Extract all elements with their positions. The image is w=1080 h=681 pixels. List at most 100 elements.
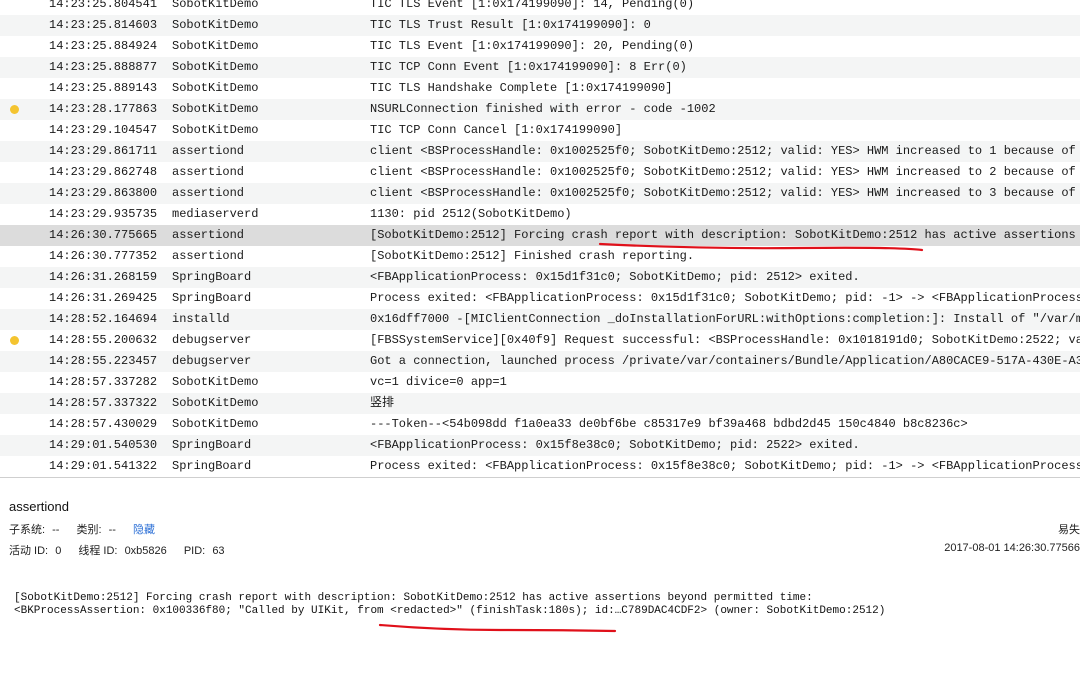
category-value: --	[108, 524, 116, 536]
subsystem-label: 子系统:	[9, 524, 46, 536]
pid-value: 63	[212, 545, 225, 557]
log-process: SobotKitDemo	[172, 60, 259, 74]
log-message: 竖排	[370, 396, 395, 410]
log-process: SobotKitDemo	[172, 102, 259, 116]
log-time: 14:23:29.861711	[49, 144, 158, 158]
log-time: 14:28:57.337282	[49, 375, 158, 389]
log-time: 14:23:29.104547	[49, 123, 158, 137]
pid-label: PID:	[183, 545, 206, 557]
log-message: <FBApplicationProcess: 0x15f8e38c0; Sobo…	[370, 438, 860, 452]
log-time: 14:23:25.814603	[49, 18, 158, 32]
log-message: Process exited: <FBApplicationProcess: 0…	[370, 291, 1080, 305]
log-time: 14:28:55.223457	[49, 354, 158, 368]
log-process: SobotKitDemo	[172, 0, 259, 11]
log-process: assertiond	[172, 186, 245, 200]
log-time: 14:23:25.804541	[49, 0, 158, 11]
hide-link[interactable]: 隐藏	[133, 524, 155, 536]
log-row[interactable]: 14:23:25.804541 SobotKitDemo TIC TLS Event…	[0, 0, 1080, 15]
log-process: SpringBoard	[172, 270, 252, 284]
log-process: assertiond	[172, 165, 245, 179]
log-message: [FBSSystemService][0x40f9] Request succe…	[370, 333, 1080, 347]
log-time: 14:23:25.888877	[49, 60, 158, 74]
log-time: 14:26:31.269425	[49, 291, 158, 305]
log-message: TIC TLS Handshake Complete [1:0x17419909…	[370, 81, 673, 95]
log-time: 14:23:29.862748	[49, 165, 158, 179]
log-process: SobotKitDemo	[172, 396, 259, 410]
log-row[interactable]: 14:28:57.430029 SobotKitDemo ---Token--<54…	[0, 414, 1080, 435]
log-process: installd	[172, 312, 230, 326]
log-process: SobotKitDemo	[172, 123, 259, 137]
log-row[interactable]: 14:29:01.540530 SpringBoard <FBApplication…	[0, 435, 1080, 456]
log-message: ---Token--<54b098dd f1a0ea33 de0bf6be c8…	[370, 417, 968, 431]
log-row[interactable]: 14:28:57.337322 SobotKitDemo 竖排	[0, 393, 1080, 414]
log-message: 0x16dff7000 -[MIClientConnection _doInst…	[370, 312, 1080, 326]
thread-id-value: 0xb5826	[124, 545, 167, 557]
log-message: client <BSProcessHandle: 0x1002525f0; So…	[370, 144, 1080, 158]
log-process: mediaserverd	[172, 207, 259, 221]
log-row[interactable]: 14:23:29.863800 assertiond client <BSProce…	[0, 183, 1080, 204]
log-message: [SobotKitDemo:2512] Forcing crash report…	[370, 228, 1080, 242]
log-time: 14:23:25.884924	[49, 39, 158, 53]
log-row[interactable]: 14:23:29.862748 assertiond client <BSProce…	[0, 162, 1080, 183]
log-time: 14:23:29.863800	[49, 186, 158, 200]
log-message: TIC TCP Conn Event [1:0x174199090]: 8 Er…	[370, 60, 687, 74]
log-message: <FBApplicationProcess: 0x15d1f31c0; Sobo…	[370, 270, 860, 284]
log-process: SobotKitDemo	[172, 18, 259, 32]
log-time: 14:23:25.889143	[49, 81, 158, 95]
log-process: debugserver	[172, 333, 252, 347]
log-row[interactable]: 14:28:55.223457 debugserver Got a connecti…	[0, 351, 1080, 372]
full-message: [SobotKitDemo:2512] Forcing crash report…	[14, 592, 885, 618]
category-label: 类别:	[76, 524, 102, 536]
log-message: TIC TCP Conn Cancel [1:0x174199090]	[370, 123, 623, 137]
log-process: SobotKitDemo	[172, 417, 259, 431]
log-row[interactable]: 14:28:55.200632 debugserver [FBSSystemServ…	[0, 330, 1080, 351]
log-process: SobotKitDemo	[172, 81, 259, 95]
log-row[interactable]: 14:28:52.164694 installd 0x16dff7000 -[MIC…	[0, 309, 1080, 330]
meta-activity-line: 活动 ID: 0 线程 ID: 0xb5826 PID: 63	[9, 542, 229, 558]
log-row[interactable]: 14:26:31.269425 SpringBoard Process exited…	[0, 288, 1080, 309]
log-process: SpringBoard	[172, 291, 252, 305]
log-time: 14:23:29.935735	[49, 207, 158, 221]
log-row[interactable]: 14:29:01.541322 SpringBoard Process exited…	[0, 456, 1080, 477]
log-process: SpringBoard	[172, 438, 252, 452]
log-time: 14:26:31.268159	[49, 270, 158, 284]
log-row[interactable]: 14:23:25.884924 SobotKitDemo TIC TLS Event…	[0, 36, 1080, 57]
log-table: 14:23:25.804541 SobotKitDemo TIC TLS Event…	[0, 0, 1080, 477]
log-time: 14:28:55.200632	[49, 333, 158, 347]
log-message: Got a connection, launched process /priv…	[370, 354, 1080, 368]
thread-id-label: 线程 ID:	[78, 545, 118, 557]
log-time: 14:28:52.164694	[49, 312, 158, 326]
log-row[interactable]: 14:26:30.777352 assertiond [SobotKitDemo:2…	[0, 246, 1080, 267]
detail-process-name: assertiond	[9, 499, 69, 514]
log-process: assertiond	[172, 144, 245, 158]
log-time: 14:26:30.777352	[49, 249, 158, 263]
log-message: [SobotKitDemo:2512] Finished crash repor…	[370, 249, 695, 263]
log-row[interactable]: 14:26:31.268159 SpringBoard <FBApplication…	[0, 267, 1080, 288]
log-row[interactable]: 14:28:57.337282 SobotKitDemo vc=1 divice=0…	[0, 372, 1080, 393]
log-row[interactable]: 14:23:25.814603 SobotKitDemo TIC TLS Trust…	[0, 15, 1080, 36]
log-time: 14:28:57.430029	[49, 417, 158, 431]
meta-subsystem-line: 子系统: -- 类别: -- 隐藏	[9, 521, 159, 537]
log-process: debugserver	[172, 354, 252, 368]
log-message: Process exited: <FBApplicationProcess: 0…	[370, 459, 1080, 473]
log-time: 14:23:28.177863	[49, 102, 158, 116]
log-message: TIC TLS Trust Result [1:0x174199090]: 0	[370, 18, 651, 32]
log-row[interactable]: 14:23:28.177863 SobotKitDemo NSURLConnecti…	[0, 99, 1080, 120]
log-time: 14:29:01.540530	[49, 438, 158, 452]
full-message-line-1: [SobotKitDemo:2512] Forcing crash report…	[14, 592, 813, 604]
log-row[interactable]: 14:23:29.861711 assertiond client <BSProce…	[0, 141, 1080, 162]
log-message: 1130: pid 2512(SobotKitDemo)	[370, 207, 572, 221]
log-time: 14:28:57.337322	[49, 396, 158, 410]
log-row[interactable]: 14:23:25.888877 SobotKitDemo TIC TCP Conn …	[0, 57, 1080, 78]
log-row[interactable]: 14:26:30.775665 assertiond [SobotKitDemo:2…	[0, 225, 1080, 246]
log-message: client <BSProcessHandle: 0x1002525f0; So…	[370, 186, 1080, 200]
log-row[interactable]: 14:23:29.104547 SobotKitDemo TIC TCP Conn …	[0, 120, 1080, 141]
log-row[interactable]: 14:23:29.935735 mediaserverd 1130: pid 251…	[0, 204, 1080, 225]
log-message: client <BSProcessHandle: 0x1002525f0; So…	[370, 165, 1080, 179]
volatile-label: 易失	[1058, 524, 1080, 536]
full-message-line-2: <BKProcessAssertion: 0x100336f80; "Calle…	[14, 605, 886, 617]
log-message: NSURLConnection finished with error - co…	[370, 102, 716, 116]
log-message: TIC TLS Event [1:0x174199090]: 14, Pendi…	[370, 0, 695, 11]
log-row[interactable]: 14:23:25.889143 SobotKitDemo TIC TLS Hands…	[0, 78, 1080, 99]
detail-timestamp: 2017-08-01 14:26:30.77566	[944, 542, 1080, 554]
